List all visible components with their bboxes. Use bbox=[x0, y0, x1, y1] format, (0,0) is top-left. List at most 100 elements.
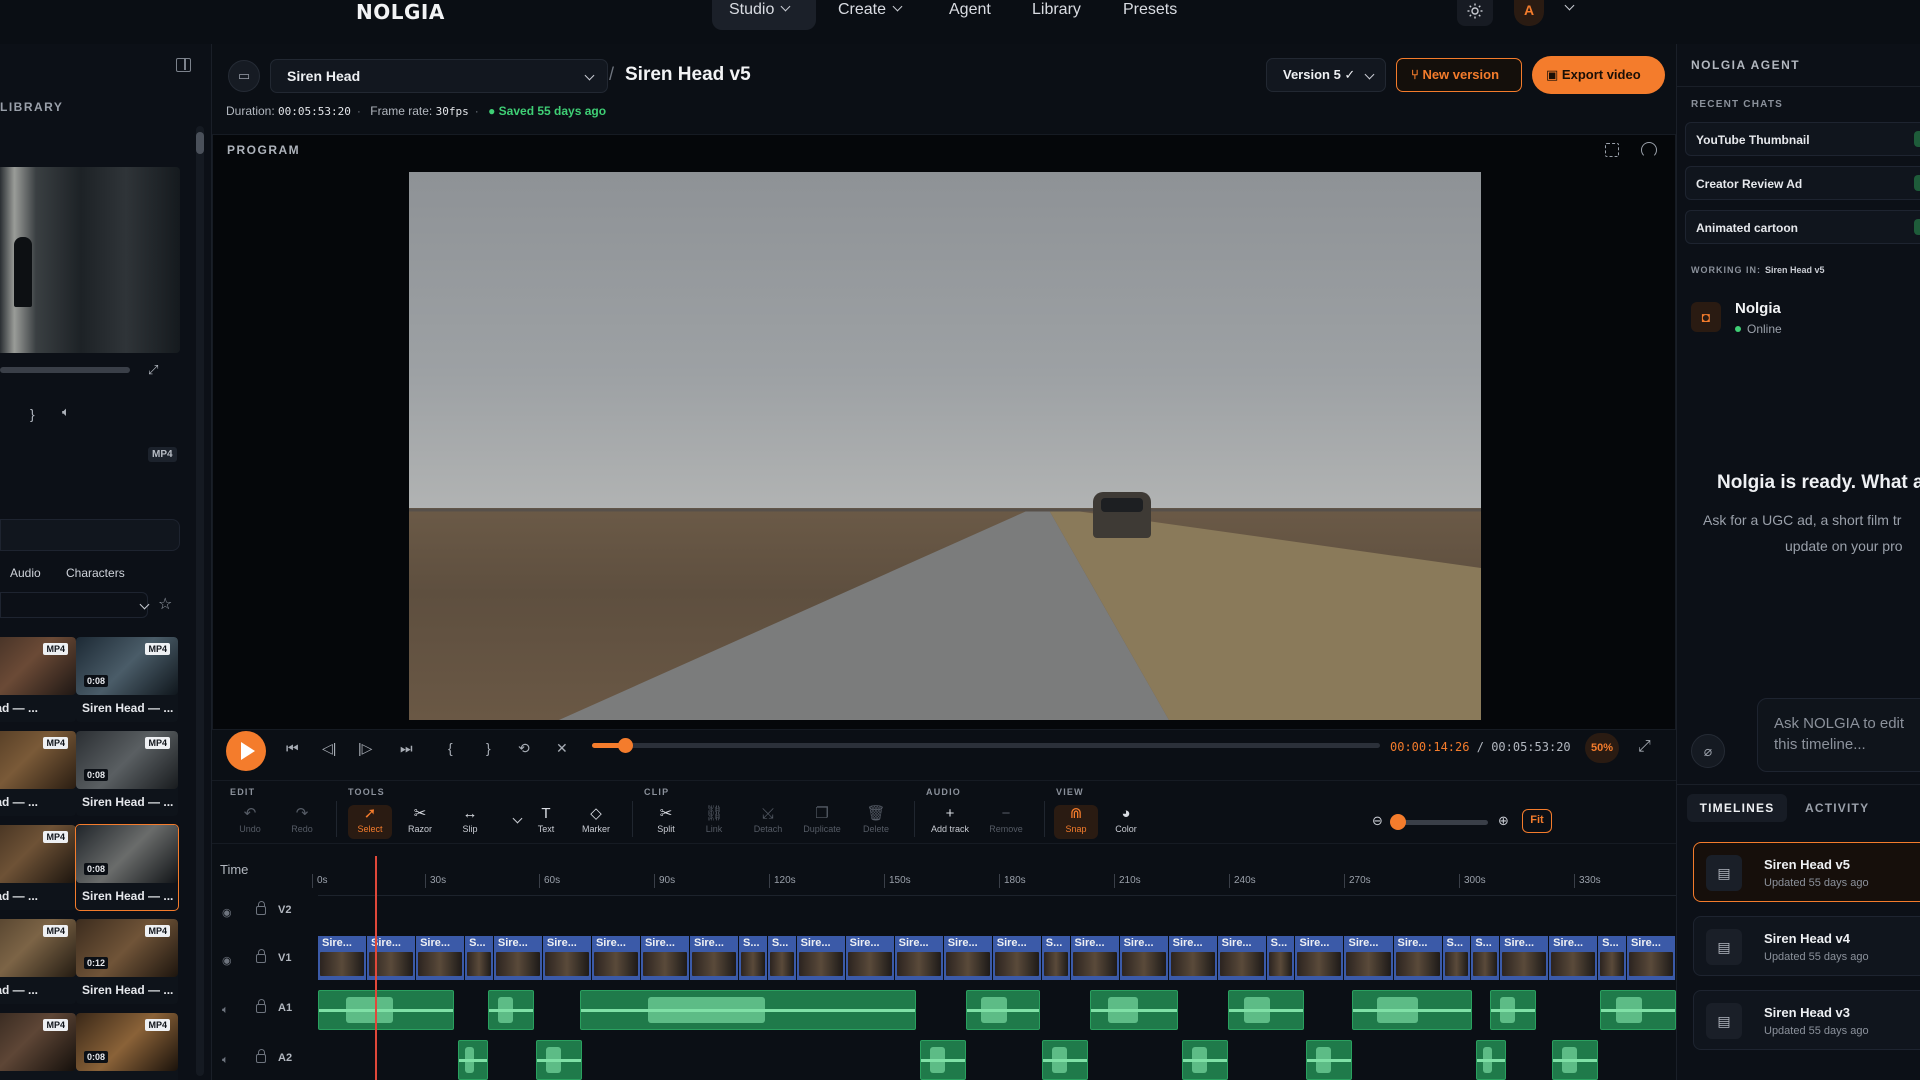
version-select[interactable]: Version 5 ✓ bbox=[1266, 58, 1386, 92]
video-clip[interactable]: Sire... bbox=[318, 936, 368, 980]
fit-button[interactable]: Fit bbox=[1522, 809, 1552, 833]
loop-icon[interactable]: ⟲ bbox=[518, 740, 530, 757]
marker-tool-button[interactable]: ◇ Marker bbox=[574, 805, 618, 839]
video-clip[interactable]: Sire... bbox=[493, 936, 543, 980]
expand-icon[interactable]: ⤢ bbox=[148, 362, 158, 378]
media-item[interactable]: MP4 Head — ... bbox=[0, 919, 76, 1004]
user-avatar[interactable]: A bbox=[1514, 0, 1544, 26]
panel-collapse-icon[interactable] bbox=[176, 58, 191, 72]
timeline-card-current[interactable]: ▤ Siren Head v5 Updated 55 days ago bbox=[1693, 842, 1920, 902]
library-search-input[interactable] bbox=[0, 519, 180, 551]
audio-clip[interactable] bbox=[1042, 1040, 1088, 1080]
library-filter-select[interactable] bbox=[0, 592, 150, 618]
lock-icon[interactable] bbox=[256, 999, 266, 1013]
library-tab-audio[interactable]: Audio bbox=[10, 566, 41, 580]
video-frame[interactable] bbox=[409, 172, 1481, 720]
media-item[interactable]: MP4 Head — ... bbox=[0, 731, 76, 816]
audio-clip[interactable] bbox=[458, 1040, 488, 1080]
lock-icon[interactable] bbox=[256, 901, 266, 915]
nav-agent[interactable]: Agent bbox=[949, 0, 991, 30]
video-clip[interactable]: Sire... bbox=[690, 936, 740, 980]
audio-clip[interactable] bbox=[580, 990, 916, 1030]
nav-create[interactable]: Create bbox=[838, 0, 903, 30]
razor-tool-button[interactable]: ✂ Razor bbox=[398, 805, 442, 839]
snap-toggle[interactable]: ⋒ Snap bbox=[1054, 805, 1098, 839]
media-item[interactable]: MP4 Head — ... bbox=[0, 825, 76, 910]
step-back-icon[interactable]: ◁| bbox=[322, 740, 336, 757]
video-clip[interactable]: Sire... bbox=[894, 936, 944, 980]
slip-tool-button[interactable]: ↔ Slip bbox=[448, 805, 492, 839]
detach-button[interactable]: ⤩ Detach bbox=[746, 805, 790, 839]
video-clip[interactable]: Sire... bbox=[1549, 936, 1599, 980]
lock-icon[interactable] bbox=[256, 1049, 266, 1063]
skip-to-start-icon[interactable]: ⏮︎ bbox=[286, 740, 299, 757]
recent-chat-item[interactable]: YouTube Thumbnail bbox=[1685, 122, 1920, 156]
tab-timelines[interactable]: TIMELINES bbox=[1687, 794, 1787, 822]
video-clip[interactable]: Sire... bbox=[1500, 936, 1550, 980]
new-version-button[interactable]: ⑂ New version bbox=[1396, 58, 1522, 92]
audio-clip[interactable] bbox=[1476, 1040, 1506, 1080]
mark-out-icon[interactable]: } bbox=[486, 740, 491, 756]
timeline-zoom-slider[interactable] bbox=[1390, 814, 1488, 830]
agent-prompt-input[interactable]: Ask NOLGIA to edit this timeline... bbox=[1757, 698, 1920, 772]
step-forward-icon[interactable]: |▷ bbox=[358, 740, 372, 757]
video-clip[interactable]: Sire... bbox=[1393, 936, 1443, 980]
speaker-icon[interactable]: 🔈︎ bbox=[222, 1054, 229, 1067]
undo-button[interactable]: ↶ Undo bbox=[228, 805, 272, 839]
project-select[interactable]: Siren Head bbox=[270, 59, 608, 93]
redo-button[interactable]: ↷ Redo bbox=[280, 805, 324, 839]
media-item[interactable]: MP4 Head — ... bbox=[0, 637, 76, 722]
app-logo[interactable]: NOLGIA bbox=[356, 0, 445, 24]
video-clip[interactable]: Sire... bbox=[1217, 936, 1267, 980]
video-clip[interactable]: S... bbox=[1598, 936, 1627, 980]
playhead[interactable] bbox=[375, 856, 377, 1080]
timeline-card[interactable]: ▤ Siren Head v4 Updated 55 days ago bbox=[1693, 916, 1920, 976]
audio-clip[interactable] bbox=[1600, 990, 1676, 1030]
safe-area-icon[interactable] bbox=[1605, 143, 1619, 157]
remove-track-button[interactable]: − Remove bbox=[984, 805, 1028, 839]
nav-studio[interactable]: Studio bbox=[712, 0, 816, 30]
volume-icon[interactable]: 🔈︎ bbox=[62, 404, 70, 420]
video-clip[interactable]: S... bbox=[465, 936, 494, 980]
library-scrollbar[interactable] bbox=[196, 126, 204, 1076]
visibility-eye-icon[interactable]: ◉ bbox=[222, 906, 232, 919]
export-video-button[interactable]: ▣ Export video bbox=[1532, 56, 1665, 94]
mark-out-icon[interactable]: } bbox=[30, 406, 35, 422]
scrubber-handle[interactable] bbox=[618, 738, 634, 753]
duplicate-button[interactable]: ❐ Duplicate bbox=[800, 805, 844, 839]
clear-marks-icon[interactable]: ✕ bbox=[556, 740, 568, 757]
link-button[interactable]: ⛓ Link bbox=[692, 805, 736, 839]
video-clip[interactable]: Sire... bbox=[416, 936, 466, 980]
video-clip[interactable]: Sire... bbox=[1119, 936, 1169, 980]
delete-button[interactable]: 🗑︎ Delete bbox=[854, 805, 898, 839]
video-clip[interactable]: Sire... bbox=[992, 936, 1042, 980]
fullscreen-icon[interactable]: ⤢ bbox=[1638, 738, 1651, 756]
time-ruler[interactable]: 0s 30s 60s 90s 120s 150s 180s 210s 240s … bbox=[312, 866, 1676, 896]
media-item[interactable]: MP4 0:12 Siren Head — ... bbox=[76, 919, 178, 1004]
media-item[interactable]: MP4 0:08 bbox=[76, 1013, 178, 1080]
theme-toggle-button[interactable] bbox=[1457, 0, 1493, 26]
attach-button[interactable]: ⌀ bbox=[1691, 734, 1725, 768]
text-tool-button[interactable]: T Text bbox=[524, 805, 568, 839]
audio-clip[interactable] bbox=[1090, 990, 1178, 1030]
media-item[interactable]: MP4 bbox=[0, 1013, 76, 1080]
video-clip[interactable]: Sire... bbox=[542, 936, 592, 980]
visibility-eye-icon[interactable]: ◉ bbox=[222, 954, 232, 967]
video-clip[interactable]: S... bbox=[1471, 936, 1501, 980]
zoom-slider-handle[interactable] bbox=[1390, 814, 1406, 830]
video-clip[interactable]: S... bbox=[739, 936, 768, 980]
video-clip[interactable]: S... bbox=[767, 936, 797, 980]
audio-clip[interactable] bbox=[1552, 1040, 1598, 1080]
media-item-selected[interactable]: 0:08 Siren Head — ... bbox=[75, 824, 179, 911]
nav-library[interactable]: Library bbox=[1032, 0, 1081, 30]
playback-scrubber[interactable] bbox=[592, 738, 1380, 753]
more-tools-chevron-icon[interactable] bbox=[512, 813, 523, 824]
nav-presets[interactable]: Presets bbox=[1123, 0, 1177, 30]
library-preview[interactable] bbox=[0, 167, 180, 353]
lock-icon[interactable] bbox=[256, 949, 266, 963]
video-clip[interactable]: Sire... bbox=[845, 936, 895, 980]
recent-chat-item[interactable]: Animated cartoon bbox=[1685, 210, 1920, 244]
video-clip[interactable]: Sire... bbox=[1295, 936, 1345, 980]
audio-clip[interactable] bbox=[966, 990, 1040, 1030]
recent-chat-item[interactable]: Creator Review Ad bbox=[1685, 166, 1920, 200]
